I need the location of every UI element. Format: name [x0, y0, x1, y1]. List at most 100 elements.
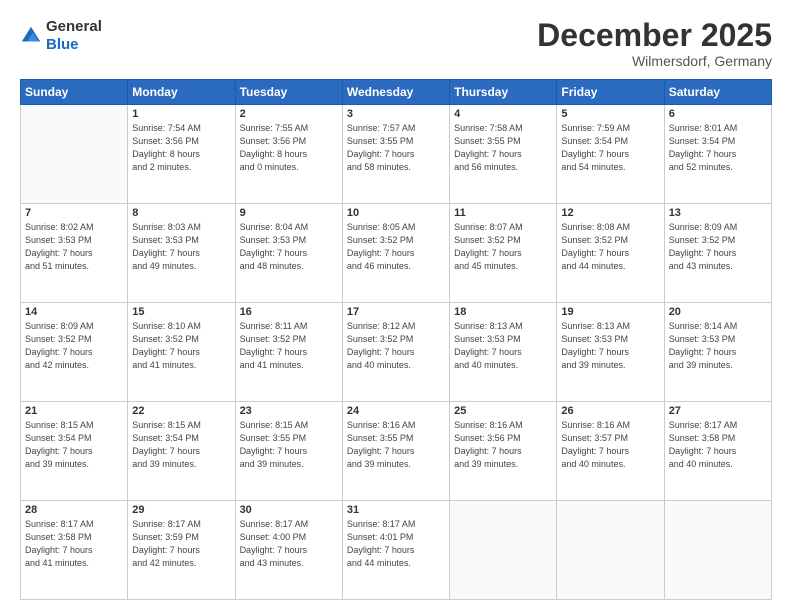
- day-info: Sunrise: 8:05 AMSunset: 3:52 PMDaylight:…: [347, 221, 445, 273]
- day-number: 26: [561, 405, 659, 417]
- calendar-cell: 4 Sunrise: 7:58 AMSunset: 3:55 PMDaylight…: [450, 105, 557, 204]
- calendar-cell: 3Sunrise: 7:57 AMSunset: 3:55 PMDaylight…: [342, 105, 449, 204]
- calendar-week-row: 7 Sunrise: 8:02 AMSunset: 3:53 PMDaylight…: [21, 204, 772, 303]
- calendar-cell: [664, 501, 771, 600]
- day-number: 12: [561, 207, 659, 219]
- day-info: Sunrise: 8:03 AMSunset: 3:53 PMDaylight:…: [132, 221, 230, 273]
- calendar-cell: 14 Sunrise: 8:09 AMSunset: 3:52 PMDayligh…: [21, 303, 128, 402]
- day-number: 31: [347, 504, 445, 516]
- day-info: Sunrise: 8:15 AMSunset: 3:55 PMDaylight:…: [240, 419, 338, 471]
- calendar-cell: 17 Sunrise: 8:12 AMSunset: 3:52 PMDayligh…: [342, 303, 449, 402]
- day-info: Sunrise: 8:17 AMSunset: 3:59 PMDaylight:…: [132, 518, 230, 570]
- logo-general: General: [46, 18, 102, 35]
- logo-text: General Blue: [46, 18, 102, 54]
- weekday-header: Saturday: [664, 80, 771, 105]
- day-number: 4: [454, 108, 552, 120]
- calendar-cell: 22Sunrise: 8:15 AMSunset: 3:54 PMDayligh…: [128, 402, 235, 501]
- title-block: December 2025 Wilmersdorf, Germany: [537, 18, 772, 69]
- day-number: 20: [669, 306, 767, 318]
- day-number: 14: [25, 306, 123, 318]
- calendar-week-row: 14 Sunrise: 8:09 AMSunset: 3:52 PMDayligh…: [21, 303, 772, 402]
- calendar-cell: [557, 501, 664, 600]
- day-info: Sunrise: 8:13 AMSunset: 3:53 PMDaylight:…: [561, 320, 659, 372]
- day-number: 7: [25, 207, 123, 219]
- calendar-cell: 24Sunrise: 8:16 AMSunset: 3:55 PMDayligh…: [342, 402, 449, 501]
- day-info: Sunrise: 8:17 AMSunset: 4:00 PMDaylight:…: [240, 518, 338, 570]
- day-info: Sunrise: 8:17 AMSunset: 4:01 PMDaylight:…: [347, 518, 445, 570]
- calendar-cell: 2 Sunrise: 7:55 AMSunset: 3:56 PMDaylight…: [235, 105, 342, 204]
- calendar-table: SundayMondayTuesdayWednesdayThursdayFrid…: [20, 79, 772, 600]
- day-number: 6: [669, 108, 767, 120]
- day-number: 21: [25, 405, 123, 417]
- calendar-cell: 16 Sunrise: 8:11 AMSunset: 3:52 PMDayligh…: [235, 303, 342, 402]
- calendar-cell: 23 Sunrise: 8:15 AMSunset: 3:55 PMDayligh…: [235, 402, 342, 501]
- day-number: 19: [561, 306, 659, 318]
- calendar-cell: 5 Sunrise: 7:59 AMSunset: 3:54 PMDaylight…: [557, 105, 664, 204]
- calendar-cell: 19 Sunrise: 8:13 AMSunset: 3:53 PMDayligh…: [557, 303, 664, 402]
- day-info: Sunrise: 8:09 AMSunset: 3:52 PMDaylight:…: [669, 221, 767, 273]
- header: General Blue December 2025 Wilmersdorf, …: [20, 18, 772, 69]
- day-number: 1: [132, 108, 230, 120]
- calendar-cell: 28 Sunrise: 8:17 AMSunset: 3:58 PMDayligh…: [21, 501, 128, 600]
- calendar-cell: 20 Sunrise: 8:14 AMSunset: 3:53 PMDayligh…: [664, 303, 771, 402]
- calendar-cell: 11Sunrise: 8:07 AMSunset: 3:52 PMDayligh…: [450, 204, 557, 303]
- day-number: 2: [240, 108, 338, 120]
- day-info: Sunrise: 8:12 AMSunset: 3:52 PMDaylight:…: [347, 320, 445, 372]
- day-info: Sunrise: 8:14 AMSunset: 3:53 PMDaylight:…: [669, 320, 767, 372]
- day-number: 30: [240, 504, 338, 516]
- day-info: Sunrise: 7:54 AMSunset: 3:56 PMDaylight:…: [132, 122, 230, 174]
- day-number: 25: [454, 405, 552, 417]
- day-number: 15: [132, 306, 230, 318]
- calendar-cell: 25Sunrise: 8:16 AMSunset: 3:56 PMDayligh…: [450, 402, 557, 501]
- calendar-cell: 6 Sunrise: 8:01 AMSunset: 3:54 PMDaylight…: [664, 105, 771, 204]
- calendar-cell: 26Sunrise: 8:16 AMSunset: 3:57 PMDayligh…: [557, 402, 664, 501]
- day-number: 29: [132, 504, 230, 516]
- calendar-week-row: 21 Sunrise: 8:15 AMSunset: 3:54 PMDayligh…: [21, 402, 772, 501]
- day-info: Sunrise: 8:10 AMSunset: 3:52 PMDaylight:…: [132, 320, 230, 372]
- weekday-header: Tuesday: [235, 80, 342, 105]
- day-number: 23: [240, 405, 338, 417]
- day-info: Sunrise: 8:07 AMSunset: 3:52 PMDaylight:…: [454, 221, 552, 273]
- day-info: Sunrise: 8:04 AMSunset: 3:53 PMDaylight:…: [240, 221, 338, 273]
- day-info: Sunrise: 8:09 AMSunset: 3:52 PMDaylight:…: [25, 320, 123, 372]
- logo-icon: [20, 25, 42, 47]
- day-info: Sunrise: 8:17 AMSunset: 3:58 PMDaylight:…: [25, 518, 123, 570]
- day-number: 8: [132, 207, 230, 219]
- weekday-header: Sunday: [21, 80, 128, 105]
- calendar-cell: 18Sunrise: 8:13 AMSunset: 3:53 PMDayligh…: [450, 303, 557, 402]
- calendar-cell: [21, 105, 128, 204]
- weekday-header: Wednesday: [342, 80, 449, 105]
- calendar-cell: 7 Sunrise: 8:02 AMSunset: 3:53 PMDaylight…: [21, 204, 128, 303]
- calendar-cell: [450, 501, 557, 600]
- day-info: Sunrise: 8:01 AMSunset: 3:54 PMDaylight:…: [669, 122, 767, 174]
- day-info: Sunrise: 7:58 AMSunset: 3:55 PMDaylight:…: [454, 122, 552, 174]
- logo-blue: Blue: [46, 36, 79, 53]
- day-number: 28: [25, 504, 123, 516]
- day-number: 17: [347, 306, 445, 318]
- calendar-cell: 29 Sunrise: 8:17 AMSunset: 3:59 PMDayligh…: [128, 501, 235, 600]
- month-title: December 2025: [537, 18, 772, 53]
- day-info: Sunrise: 8:11 AMSunset: 3:52 PMDaylight:…: [240, 320, 338, 372]
- day-info: Sunrise: 7:59 AMSunset: 3:54 PMDaylight:…: [561, 122, 659, 174]
- weekday-header: Friday: [557, 80, 664, 105]
- day-number: 5: [561, 108, 659, 120]
- day-info: Sunrise: 7:55 AMSunset: 3:56 PMDaylight:…: [240, 122, 338, 174]
- day-info: Sunrise: 8:02 AMSunset: 3:53 PMDaylight:…: [25, 221, 123, 273]
- day-number: 9: [240, 207, 338, 219]
- logo: General Blue: [20, 18, 102, 54]
- calendar-cell: 13 Sunrise: 8:09 AMSunset: 3:52 PMDayligh…: [664, 204, 771, 303]
- day-number: 13: [669, 207, 767, 219]
- calendar-cell: 30 Sunrise: 8:17 AMSunset: 4:00 PMDayligh…: [235, 501, 342, 600]
- day-number: 16: [240, 306, 338, 318]
- calendar-cell: 10Sunrise: 8:05 AMSunset: 3:52 PMDayligh…: [342, 204, 449, 303]
- calendar-week-row: 1 Sunrise: 7:54 AMSunset: 3:56 PMDaylight…: [21, 105, 772, 204]
- day-number: 3: [347, 108, 445, 120]
- day-info: Sunrise: 8:08 AMSunset: 3:52 PMDaylight:…: [561, 221, 659, 273]
- calendar-cell: 15 Sunrise: 8:10 AMSunset: 3:52 PMDayligh…: [128, 303, 235, 402]
- calendar-cell: 27Sunrise: 8:17 AMSunset: 3:58 PMDayligh…: [664, 402, 771, 501]
- calendar-cell: 1 Sunrise: 7:54 AMSunset: 3:56 PMDaylight…: [128, 105, 235, 204]
- day-info: Sunrise: 8:15 AMSunset: 3:54 PMDaylight:…: [25, 419, 123, 471]
- weekday-header: Thursday: [450, 80, 557, 105]
- day-info: Sunrise: 8:15 AMSunset: 3:54 PMDaylight:…: [132, 419, 230, 471]
- day-number: 27: [669, 405, 767, 417]
